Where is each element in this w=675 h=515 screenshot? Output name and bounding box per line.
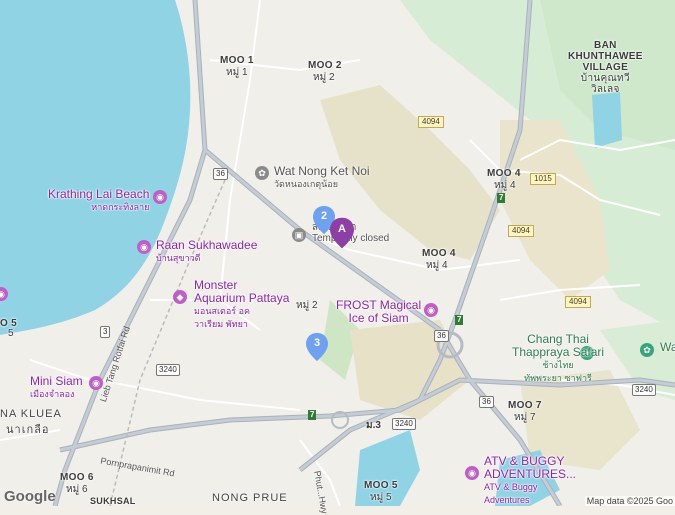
google-logo: Google (4, 488, 56, 505)
lake (592, 92, 622, 148)
map-marker-3[interactable]: 3 (306, 333, 328, 361)
road-shield-36: 36 (434, 330, 449, 342)
road-shield-3240: 3240 (632, 384, 656, 396)
road-shield-7: 7 (308, 410, 317, 420)
area-label-moo3: ม.3 (366, 420, 381, 431)
road-shield-3240: 3240 (392, 418, 416, 430)
road-shield-3240: 3240 (156, 364, 180, 376)
poi-chang-thai[interactable]: Chang Thai Thappraya Safari ช้างไทย ทัพพระ… (512, 333, 604, 385)
aquarium-icon[interactable]: ◆ (173, 290, 187, 304)
road-shield-4094: 4094 (565, 296, 591, 308)
area-label-na-kluea-th: นาเกลือ (6, 424, 50, 436)
area-label-moo5-left-th: 5 (8, 328, 14, 339)
poi-monster-aquarium[interactable]: Monster Aquarium Pattaya มอนสเตอร์ อค วา… (194, 279, 289, 331)
road-shield-1015: 1015 (530, 173, 556, 185)
area-label-moo4-mid-th: หมู่ 4 (426, 260, 448, 271)
area-label-moo2-mid: หมู่ 2 (296, 300, 318, 311)
map-attribution[interactable]: Map data ©2025 Goo (584, 496, 675, 506)
temple-icon[interactable]: ✿ (255, 166, 269, 180)
map-marker-a[interactable]: A (330, 217, 354, 249)
area-label-moo1-th: หมู่ 1 (226, 67, 248, 78)
area-label-moo2-th: หมู่ 2 (313, 72, 335, 83)
camera-icon[interactable]: ◉ (137, 240, 151, 254)
poi-raan-sukhawadee[interactable]: Raan Sukhawadee บ้านสุขาวดี (156, 239, 257, 265)
poi-krathing-lai-beach[interactable]: Krathing Lai Beach หาดกระทิงลาย (48, 188, 149, 214)
building-icon[interactable]: ▣ (292, 228, 306, 242)
area-label-moo6-th: หมู่ 6 (66, 484, 88, 495)
temple-icon-edge[interactable]: ✿ (640, 343, 654, 357)
area-label-na-kluea: NA KLUEA (0, 408, 62, 420)
poi-wat-nong-ket-noi[interactable]: Wat Nong Ket Noi วัดหนองเกตุน้อย (274, 165, 370, 191)
beach-icon[interactable]: ◉ (153, 190, 167, 204)
poi-mini-siam[interactable]: Mini Siam เมืองจำลอง (30, 375, 83, 401)
poi-atv-buggy[interactable]: ATV & BUGGY ADVENTURES... ATV & Buggy Adve… (484, 455, 576, 507)
area-label-moo7-th: หมู่ 7 (514, 412, 536, 423)
road-shield-36: 36 (213, 168, 228, 180)
attraction-icon[interactable]: ◉ (424, 303, 438, 317)
area-label-ban-khunthawee: BAN KHUNTHAWEE VILLAGE บ้านคุณทวี วิลเลจ (568, 40, 643, 95)
road-shield-3: 3 (100, 326, 111, 338)
poi-frost-magical[interactable]: FROST Magical Ice of Siam (336, 299, 421, 325)
road-shield-7: 7 (455, 315, 464, 325)
road-shield-4094: 4094 (508, 225, 534, 237)
poi-wa-edge[interactable]: Wa (660, 341, 675, 354)
road-shield-36: 36 (479, 396, 494, 408)
area-label-sukhsal: SUKHSAL (90, 496, 136, 506)
atv-icon[interactable]: ◉ (465, 466, 479, 480)
area-label-moo4-th: หมู่ 4 (494, 180, 516, 191)
area-label-moo5-bottom-th: หมู่ 5 (370, 492, 392, 503)
area-label-nong-prue: NONG PRUE (212, 492, 288, 504)
road-shield-7: 7 (497, 193, 506, 203)
road-shield-4094: 4094 (418, 116, 444, 128)
